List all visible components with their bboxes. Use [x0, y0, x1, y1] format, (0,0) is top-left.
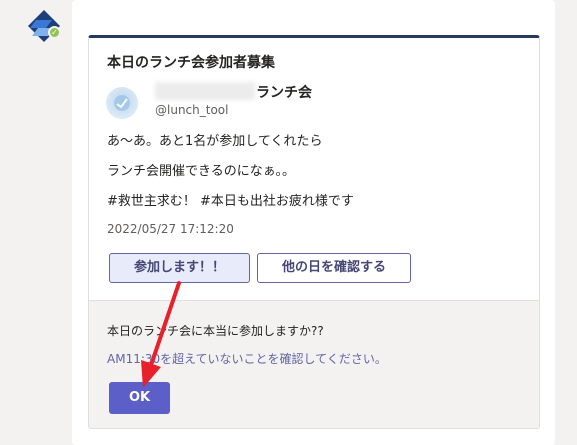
- profile-icon: [114, 95, 130, 111]
- author-avatar: [106, 87, 138, 119]
- author-handle: @lunch_tool: [155, 103, 229, 117]
- adaptive-card: 本日のランチ会参加者募集 ランチ会 @lunch_tool あ～あ。あと1名が参…: [88, 35, 540, 429]
- check-other-day-button[interactable]: 他の日を確認する: [257, 253, 411, 283]
- body-line-3: #救世主求む！ #本日も出社お疲れ様です: [107, 194, 354, 209]
- author-name-redacted: [155, 82, 255, 100]
- author-name: ランチ会: [256, 85, 312, 101]
- body-line-2: ランチ会開催できるのになぁ。。: [107, 164, 295, 179]
- body-line-1: あ～あ。あと1名が参加してくれたら: [107, 134, 323, 149]
- confirm-question: 本日のランチ会に本当に参加しますか??: [107, 324, 324, 338]
- ok-button[interactable]: OK: [109, 382, 170, 414]
- confirm-panel: 本日のランチ会に本当に参加しますか?? AM11:30を超えていないことを確認し…: [89, 300, 539, 428]
- card-title: 本日のランチ会参加者募集: [107, 55, 275, 71]
- available-check-icon: ✓: [48, 26, 61, 39]
- confirm-note: AM11:30を超えていないことを確認してください。: [107, 352, 387, 366]
- timestamp: 2022/05/27 17:12:20: [107, 222, 234, 236]
- join-button[interactable]: 参加します！！: [109, 253, 250, 283]
